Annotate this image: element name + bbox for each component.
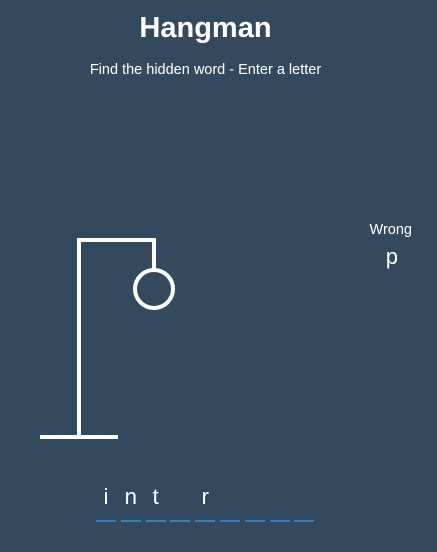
letter-slot-underline <box>219 520 240 522</box>
letter-slot-underline <box>120 520 141 522</box>
letter-slot: i <box>96 482 116 522</box>
gallows-figure <box>40 238 175 439</box>
letter-slot-underline <box>195 520 216 522</box>
word-display: i n t r <box>96 482 319 522</box>
letter-slot-char: n <box>124 484 138 509</box>
letter-slot-underline <box>269 520 290 522</box>
letter-slot-char: t <box>152 484 159 509</box>
letter-slot-underline <box>170 520 191 522</box>
letter-slot <box>219 482 240 522</box>
letter-slot-underline <box>96 520 116 522</box>
letter-slot <box>170 482 191 522</box>
letter-slot-char: r <box>201 484 209 509</box>
letter-slot-underline <box>244 520 265 522</box>
letter-slot: r <box>195 482 216 522</box>
letter-slot <box>294 482 315 522</box>
wrong-letters: p <box>385 244 398 269</box>
letter-slot: n <box>120 482 141 522</box>
letter-slot-underline <box>145 520 166 522</box>
letter-slot <box>244 482 265 522</box>
wrong-label: Wrong <box>369 222 412 238</box>
letter-slot-underline <box>294 520 315 522</box>
wrong-letters-panel: Wrong p <box>340 222 412 270</box>
letter-slot-char: i <box>103 484 109 509</box>
figure-head <box>133 268 175 310</box>
letter-slot: t <box>145 482 166 522</box>
letter-slot <box>269 482 290 522</box>
